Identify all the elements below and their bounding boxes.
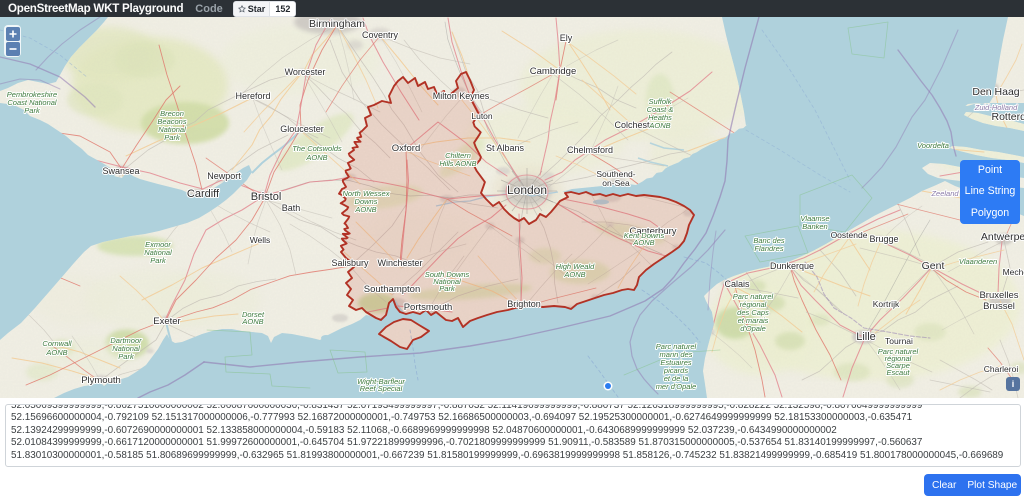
svg-text:Coventry: Coventry — [362, 30, 399, 40]
svg-text:Chelmsford: Chelmsford — [567, 145, 613, 155]
svg-text:Gloucester: Gloucester — [280, 124, 324, 134]
svg-text:Brighton: Brighton — [507, 299, 541, 309]
svg-text:Brugge: Brugge — [869, 234, 898, 244]
svg-text:Park: Park — [118, 352, 135, 361]
svg-text:Park: Park — [164, 133, 181, 142]
svg-text:Worcester: Worcester — [285, 67, 326, 77]
svg-text:Oxford: Oxford — [392, 143, 421, 154]
svg-text:Southampton: Southampton — [364, 284, 421, 295]
svg-text:Antwerpen: Antwerpen — [981, 231, 1024, 243]
svg-text:Park: Park — [24, 106, 41, 115]
svg-text:Bath: Bath — [282, 203, 301, 213]
svg-text:AONB: AONB — [648, 121, 670, 130]
svg-text:Bristol: Bristol — [251, 191, 282, 203]
svg-text:Mechelen: Mechelen — [1003, 267, 1024, 277]
svg-text:AONB: AONB — [305, 153, 327, 162]
svg-text:on-Sea: on-Sea — [602, 178, 630, 188]
svg-text:AONB: AONB — [45, 348, 67, 357]
svg-text:Park: Park — [439, 284, 456, 293]
svg-text:St Albans: St Albans — [486, 143, 525, 153]
svg-text:Vlaanderen: Vlaanderen — [959, 257, 997, 266]
svg-text:The Cotswolds: The Cotswolds — [292, 144, 342, 153]
svg-text:Luton: Luton — [471, 111, 493, 121]
svg-text:AONB: AONB — [354, 205, 376, 214]
svg-text:Brussel: Brussel — [983, 301, 1015, 312]
svg-text:Reef Special: Reef Special — [360, 384, 403, 393]
svg-text:Bruxelles: Bruxelles — [979, 290, 1018, 301]
svg-text:AONB: AONB — [563, 270, 585, 279]
svg-text:Cardiff: Cardiff — [187, 188, 220, 200]
svg-text:Cornwall: Cornwall — [42, 339, 72, 348]
svg-text:Lille: Lille — [856, 331, 876, 343]
svg-text:Den Haag: Den Haag — [972, 86, 1019, 98]
svg-text:AONB: AONB — [632, 238, 654, 247]
svg-text:Ely: Ely — [560, 33, 573, 43]
svg-text:Gent: Gent — [922, 260, 945, 272]
svg-text:d'Opale: d'Opale — [740, 324, 766, 333]
svg-text:AONB: AONB — [241, 317, 263, 326]
svg-text:Kortrijk: Kortrijk — [873, 299, 900, 309]
svg-text:mer d'Opale: mer d'Opale — [656, 382, 697, 391]
svg-text:Hills AONB: Hills AONB — [439, 159, 476, 168]
svg-text:Cambridge: Cambridge — [530, 66, 576, 77]
svg-text:Hereford: Hereford — [235, 91, 270, 101]
svg-text:Swansea: Swansea — [102, 166, 139, 176]
svg-text:Birmingham: Birmingham — [309, 18, 365, 30]
svg-text:Wells: Wells — [250, 235, 271, 245]
svg-text:Exeter: Exeter — [153, 316, 180, 327]
svg-text:Winchester: Winchester — [377, 258, 422, 268]
svg-text:Milton Keynes: Milton Keynes — [433, 91, 490, 101]
svg-text:Plymouth: Plymouth — [81, 375, 121, 386]
svg-text:Charleroi: Charleroi — [984, 364, 1019, 374]
svg-text:Escaut: Escaut — [887, 368, 911, 377]
svg-text:Rotterdam: Rotterdam — [991, 111, 1024, 123]
svg-text:Banken: Banken — [802, 222, 827, 231]
svg-text:Portsmouth: Portsmouth — [404, 302, 453, 313]
svg-text:London: London — [507, 183, 547, 197]
svg-text:Dunkerque: Dunkerque — [770, 261, 814, 271]
svg-text:Voordelta: Voordelta — [917, 141, 949, 150]
svg-text:Oostende: Oostende — [831, 230, 868, 240]
svg-text:Zuid-Holland: Zuid-Holland — [974, 103, 1018, 112]
svg-text:Flandres: Flandres — [754, 244, 783, 253]
svg-text:Salisbury: Salisbury — [331, 258, 369, 268]
svg-text:Tournai: Tournai — [885, 336, 913, 346]
svg-text:Park: Park — [150, 256, 167, 265]
svg-text:Newport: Newport — [207, 171, 241, 181]
svg-text:Zeeland: Zeeland — [930, 189, 959, 198]
svg-text:Calais: Calais — [724, 279, 750, 289]
